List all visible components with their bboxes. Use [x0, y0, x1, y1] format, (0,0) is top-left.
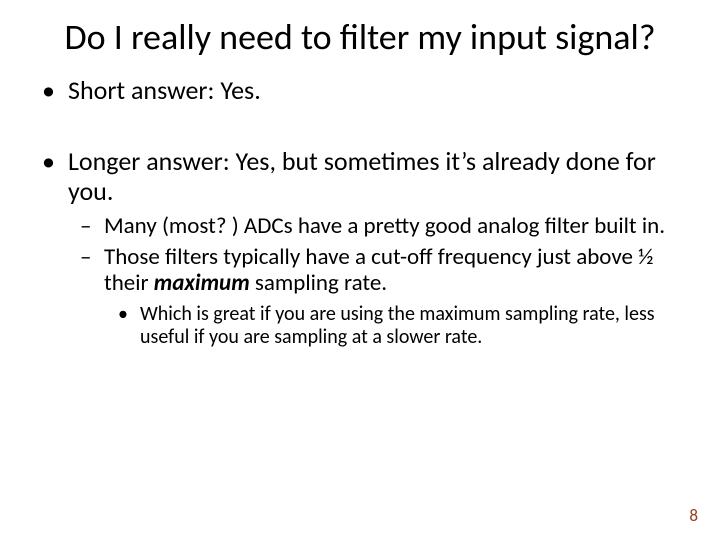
slide: Do I really need to filter my input sign…: [0, 0, 720, 540]
bullet-text-suffix: sampling rate.: [250, 269, 387, 297]
slide-body: Short answer: Yes. Longer answer: Yes, b…: [0, 68, 720, 349]
bullet-text: Longer answer: Yes, but sometimes it’s a…: [68, 145, 656, 207]
bullet-lvl2: Many (most? ) ADCs have a pretty good an…: [104, 213, 690, 239]
bullet-text: Short answer: Yes.: [68, 74, 261, 106]
bullet-text: Which is great if you are using the maxi…: [140, 302, 655, 349]
page-number: 8: [689, 505, 698, 526]
bullet-text-emph: maximum: [154, 269, 250, 297]
bullet-lvl2: Those filters typically have a cut-off f…: [104, 244, 690, 349]
bullet-lvl3: Which is great if you are using the maxi…: [140, 303, 690, 349]
bullet-lvl1: Short answer: Yes.: [68, 76, 690, 106]
bullet-text: Many (most? ) ADCs have a pretty good an…: [104, 212, 665, 240]
bullet-lvl1: Longer answer: Yes, but sometimes it’s a…: [68, 147, 690, 348]
slide-title: Do I really need to filter my input sign…: [0, 0, 720, 68]
